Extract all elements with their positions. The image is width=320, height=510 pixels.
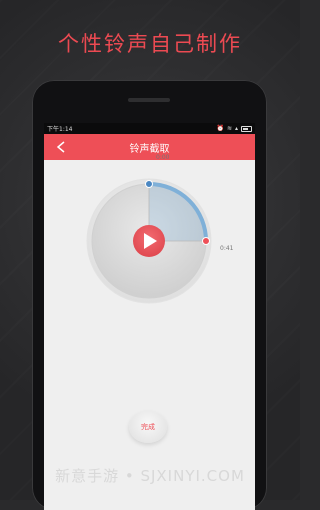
status-time: 下午1:14 xyxy=(47,126,73,133)
wifi-icon: ≋ xyxy=(226,125,232,132)
page-title: 铃声截取 xyxy=(129,143,170,155)
back-button[interactable] xyxy=(54,139,68,155)
chevron-left-icon xyxy=(57,141,65,153)
start-time-label: 0:00 xyxy=(156,154,170,161)
status-bar: 下午1:14 ⏰ ≋ ▴ xyxy=(44,123,255,134)
start-handle[interactable] xyxy=(145,180,153,188)
promo-headline: 个性铃声自己制作 xyxy=(58,32,242,56)
site-watermark: 新意手游 • SJXINYI.COM xyxy=(55,467,245,485)
done-label: 完成 xyxy=(141,423,155,431)
status-icons: ⏰ ≋ ▴ xyxy=(216,125,252,132)
alarm-icon: ⏰ xyxy=(216,125,224,132)
app-screen: 下午1:14 ⏰ ≋ ▴ 铃声截取 0:00 0:41 完成 xyxy=(44,123,255,510)
signal-icon: ▴ xyxy=(234,125,238,132)
phone-frame: 下午1:14 ⏰ ≋ ▴ 铃声截取 0:00 0:41 完成 xyxy=(32,80,267,510)
phone-speaker xyxy=(128,98,170,102)
end-time-label: 0:41 xyxy=(220,245,234,252)
play-button[interactable] xyxy=(133,225,165,257)
ringtone-dial: 0:00 0:41 xyxy=(44,154,255,340)
end-handle[interactable] xyxy=(202,237,210,245)
battery-icon xyxy=(241,125,252,132)
nav-bar: 铃声截取 xyxy=(44,134,255,160)
done-button[interactable]: 完成 xyxy=(129,411,167,443)
